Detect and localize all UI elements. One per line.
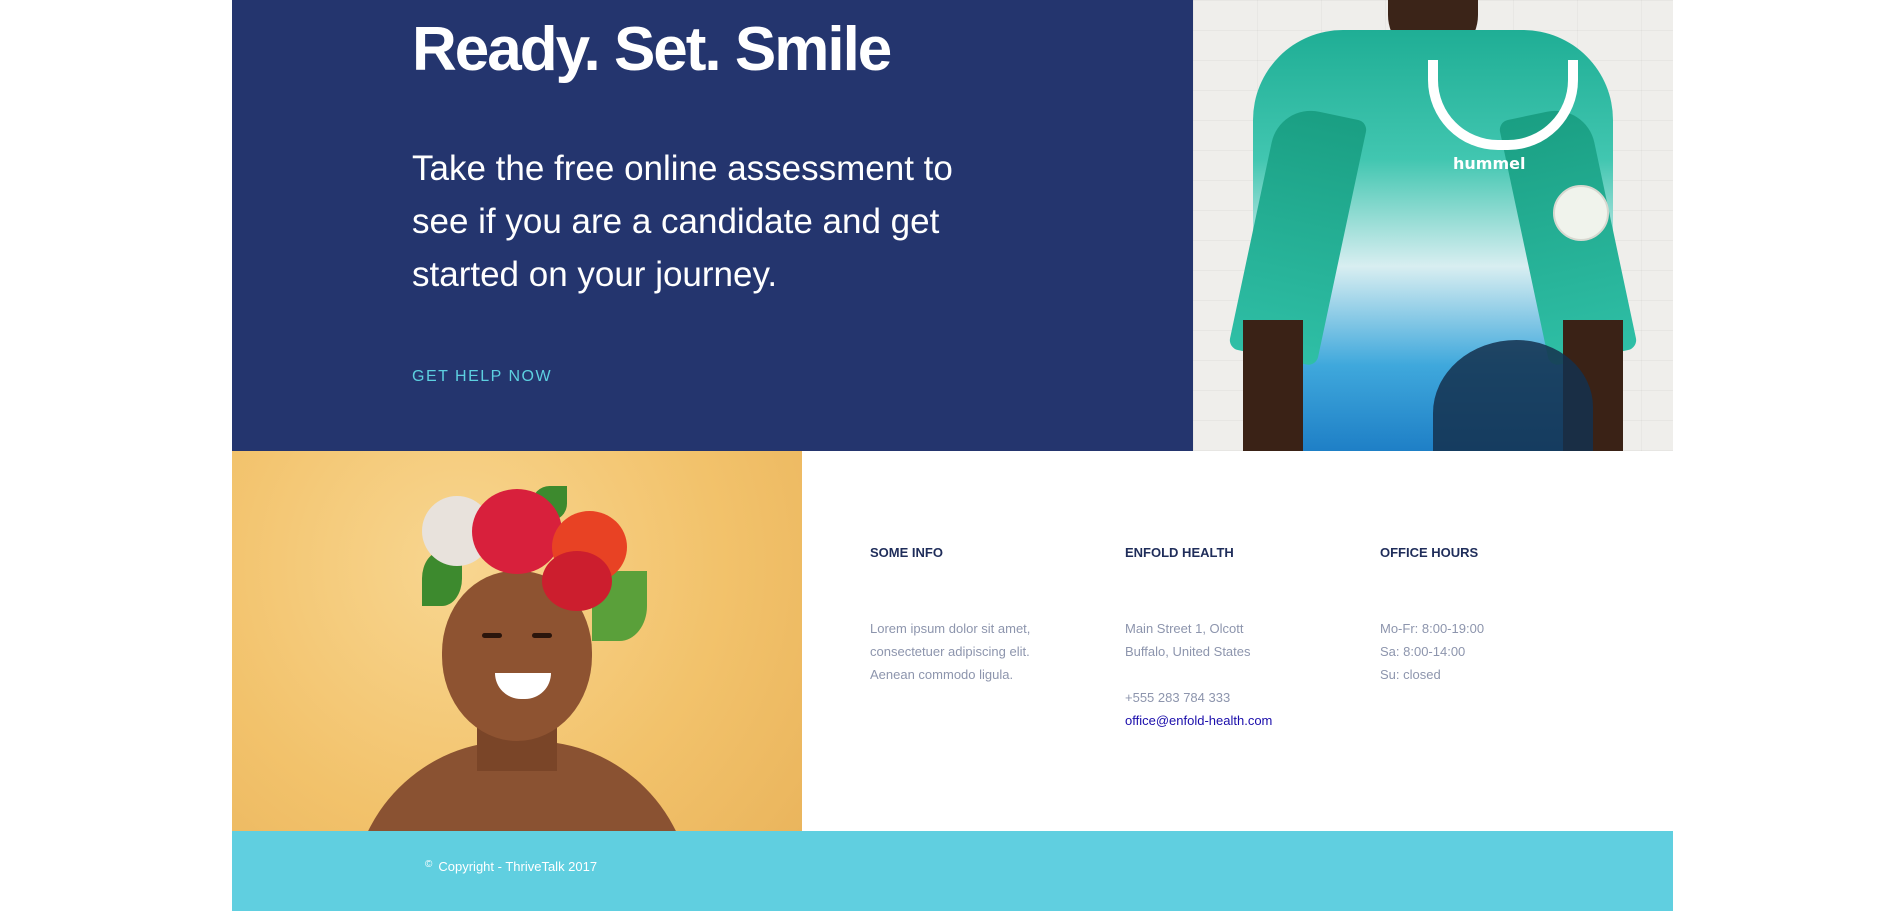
hero-panel: Ready. Set. Smile Take the free online a… bbox=[232, 0, 1193, 451]
hours-line: Sa: 8:00-14:00 bbox=[1380, 644, 1466, 659]
phone-number: +555 283 784 333 bbox=[1125, 690, 1231, 705]
red-rose-icon bbox=[472, 489, 562, 574]
text-line: Lorem ipsum dolor sit amet, bbox=[870, 621, 1031, 636]
info-column-enfold-health: ENFOLD HEALTH Main Street 1, Olcott Buff… bbox=[1125, 543, 1345, 732]
crest-badge-icon bbox=[1553, 185, 1609, 241]
hero-description: Take the free online assessment to see i… bbox=[412, 149, 953, 294]
text-line: consectetuer adipiscing elit. bbox=[870, 644, 1030, 659]
woman-eye-right bbox=[532, 633, 552, 638]
hours-line: Mo-Fr: 8:00-19:00 bbox=[1380, 621, 1485, 636]
arm-left bbox=[1243, 320, 1303, 451]
woman-flower-crown-photo bbox=[232, 451, 802, 831]
page: Ready. Set. Smile Take the free online a… bbox=[232, 0, 1673, 911]
copyright-label: Copyright - ThriveTalk 2017 bbox=[438, 859, 598, 874]
info-column-office-hours: OFFICE HOURS Mo-Fr: 8:00-19:00 Sa: 8:00-… bbox=[1380, 543, 1600, 686]
info-section: SOME INFO Lorem ipsum dolor sit amet, co… bbox=[232, 451, 1673, 831]
column-heading: SOME INFO bbox=[870, 545, 943, 560]
jersey-brand-logo: hummel bbox=[1453, 154, 1526, 173]
hero-title: Ready. Set. Smile bbox=[412, 15, 892, 84]
get-help-now-link[interactable]: GET HELP NOW bbox=[412, 368, 552, 386]
column-body: Main Street 1, Olcott Buffalo, United St… bbox=[1125, 617, 1345, 732]
hero-section: Ready. Set. Smile Take the free online a… bbox=[232, 0, 1673, 451]
column-heading: ENFOLD HEALTH bbox=[1125, 545, 1234, 560]
column-body: Lorem ipsum dolor sit amet, consectetuer… bbox=[870, 617, 1090, 686]
column-heading: OFFICE HOURS bbox=[1380, 545, 1479, 560]
football-jersey: hummel bbox=[1227, 30, 1639, 451]
info-columns: SOME INFO Lorem ipsum dolor sit amet, co… bbox=[802, 451, 1673, 831]
address-line: Main Street 1, Olcott bbox=[1125, 621, 1244, 636]
column-body: Mo-Fr: 8:00-19:00 Sa: 8:00-14:00 Su: clo… bbox=[1380, 617, 1600, 686]
text-line: Aenean commodo ligula. bbox=[870, 667, 1014, 682]
woman-eye-left bbox=[482, 633, 502, 638]
jersey-photo: hummel bbox=[1193, 0, 1673, 451]
copyright-text: © Copyright - ThriveTalk 2017 bbox=[425, 859, 597, 874]
red-rose-icon bbox=[542, 551, 612, 611]
footer: © Copyright - ThriveTalk 2017 bbox=[232, 831, 1673, 911]
email-link[interactable]: office@enfold-health.com bbox=[1125, 713, 1272, 728]
info-column-some-info: SOME INFO Lorem ipsum dolor sit amet, co… bbox=[870, 543, 1090, 686]
hours-line: Su: closed bbox=[1380, 667, 1441, 682]
address-line: Buffalo, United States bbox=[1125, 644, 1251, 659]
copyright-icon: © bbox=[425, 859, 433, 870]
